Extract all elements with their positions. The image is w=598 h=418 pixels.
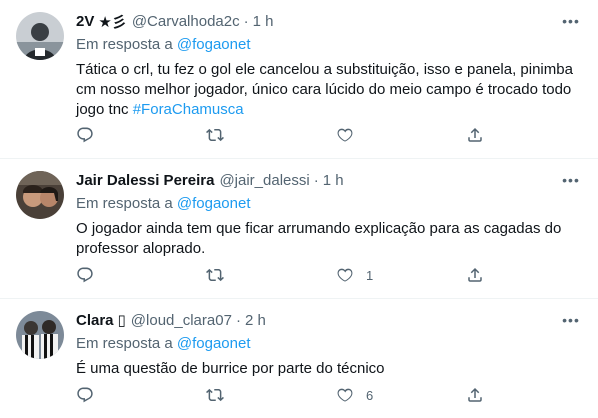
retweet-button[interactable] xyxy=(206,126,246,144)
tweet-body: O jogador ainda tem que ficar arrumando … xyxy=(76,220,562,257)
like-icon xyxy=(337,268,353,282)
mention-link[interactable]: @fogaonet xyxy=(177,36,251,53)
avatar[interactable] xyxy=(16,311,64,359)
reply-context: Em resposta a @fogaonet xyxy=(76,335,582,355)
display-name[interactable]: Clara xyxy=(76,312,114,329)
like-button[interactable]: 6 xyxy=(336,386,376,404)
user-handle[interactable]: @jair_dalessi xyxy=(219,172,309,189)
more-icon[interactable]: ••• xyxy=(560,12,582,30)
retweet-button[interactable] xyxy=(206,386,246,404)
share-button[interactable] xyxy=(466,386,506,404)
avatar[interactable] xyxy=(16,12,64,60)
tweet-text: O jogador ainda tem que ficar arrumando … xyxy=(76,219,582,259)
reply-prefix: Em resposta a xyxy=(76,195,173,212)
user-handle[interactable]: @Carvalhoda2c xyxy=(132,13,240,30)
timestamp[interactable]: 1 h xyxy=(323,172,344,189)
action-bar: 1 xyxy=(76,266,506,284)
mention-link[interactable]: @fogaonet xyxy=(177,195,251,212)
more-icon[interactable]: ••• xyxy=(560,171,582,189)
like-button[interactable]: 1 xyxy=(336,266,376,284)
like-icon xyxy=(337,128,353,142)
reply-context: Em resposta a @fogaonet xyxy=(76,195,582,215)
hashtag-link[interactable]: #ForaChamusca xyxy=(133,101,244,118)
mention-link[interactable]: @fogaonet xyxy=(177,335,251,352)
tweet-header: Jair Dalessi Pereira @jair_dalessi · 1 h xyxy=(76,169,582,191)
timestamp[interactable]: 2 h xyxy=(245,312,266,329)
tweet-body: É uma questão de burrice por parte do té… xyxy=(76,360,385,377)
display-name[interactable]: Jair Dalessi Pereira xyxy=(76,172,214,189)
tweet-text: É uma questão de burrice por parte do té… xyxy=(76,359,582,379)
like-count: 6 xyxy=(366,387,374,403)
tweet-header: 2V ★彡 @Carvalhoda2c · 1 h xyxy=(76,10,582,32)
reply-prefix: Em resposta a xyxy=(76,335,173,352)
separator-dot: · xyxy=(313,171,319,189)
retweet-icon xyxy=(206,388,224,402)
separator-dot: · xyxy=(235,311,241,329)
tweet-text: Tática o crl, tu fez o gol ele cancelou … xyxy=(76,60,582,120)
avatar[interactable] xyxy=(16,171,64,219)
reply-icon xyxy=(77,127,93,143)
reply-button[interactable] xyxy=(76,386,116,404)
more-icon[interactable]: ••• xyxy=(560,311,582,329)
action-bar: 6 xyxy=(76,386,506,404)
share-button[interactable] xyxy=(466,266,506,284)
like-button[interactable] xyxy=(336,126,376,144)
retweet-button[interactable] xyxy=(206,266,246,284)
share-icon xyxy=(468,387,482,402)
retweet-icon xyxy=(206,268,224,282)
tweet-1[interactable]: 2V ★彡 @Carvalhoda2c · 1 h ••• Em respost… xyxy=(0,0,598,159)
reply-button[interactable] xyxy=(76,266,116,284)
name-badge: ▯ xyxy=(117,312,126,329)
user-handle[interactable]: @loud_clara07 xyxy=(131,312,232,329)
timestamp[interactable]: 1 h xyxy=(253,13,274,30)
share-icon xyxy=(468,267,482,282)
reply-button[interactable] xyxy=(76,126,116,144)
tweet-header: Clara ▯ @loud_clara07 · 2 h xyxy=(76,309,582,331)
display-name[interactable]: 2V xyxy=(76,13,94,30)
separator-dot: · xyxy=(243,12,249,30)
name-badge: ★彡 xyxy=(98,13,127,31)
share-icon xyxy=(468,127,482,142)
tweet-2[interactable]: Jair Dalessi Pereira @jair_dalessi · 1 h… xyxy=(0,159,598,299)
action-bar xyxy=(76,126,506,144)
reply-context: Em resposta a @fogaonet xyxy=(76,36,582,56)
reply-icon xyxy=(77,267,93,283)
reply-icon xyxy=(77,387,93,403)
retweet-icon xyxy=(206,128,224,142)
like-icon xyxy=(337,388,353,402)
reply-prefix: Em resposta a xyxy=(76,36,173,53)
tweet-3[interactable]: Clara ▯ @loud_clara07 · 2 h ••• Em respo… xyxy=(0,299,598,418)
share-button[interactable] xyxy=(466,126,506,144)
like-count: 1 xyxy=(366,267,374,283)
